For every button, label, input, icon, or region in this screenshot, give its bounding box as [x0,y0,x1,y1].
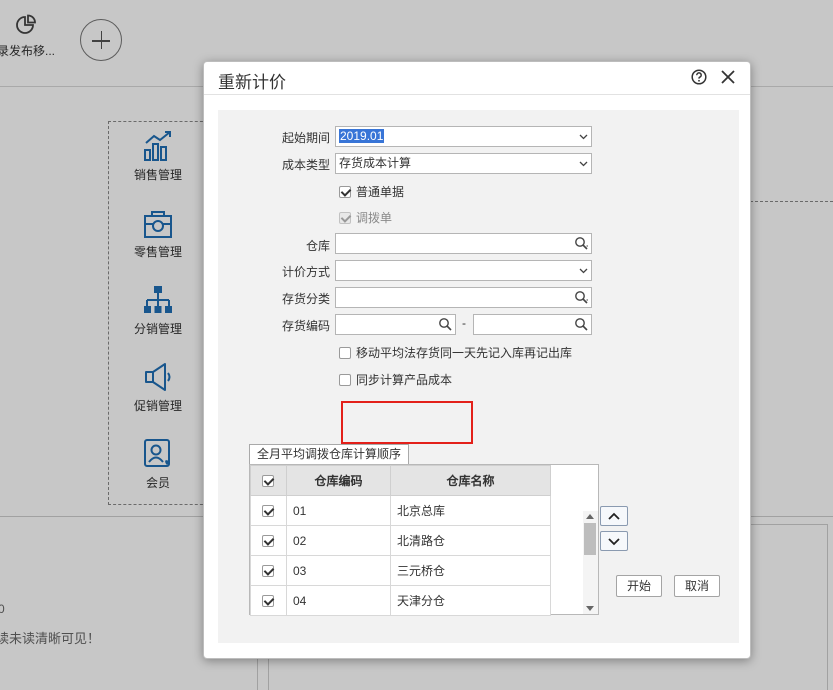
close-icon[interactable] [719,68,737,86]
warehouse-code-cell: 03 [286,555,391,586]
moving-avg-label: 移动平均法存货同一天先记入库再记出库 [356,346,573,360]
warehouse-name-cell: 三元桥仓 [390,555,551,586]
row-check-cell[interactable] [250,495,287,526]
highlight-annotation-box [341,401,473,444]
inventory-category-label: 存货分类 [281,292,330,306]
cost-type-select[interactable]: 存货成本计算 [335,153,592,174]
scroll-thumb[interactable] [584,523,596,555]
warehouse-label: 仓库 [305,239,330,253]
column-header-name: 仓库名称 [390,465,551,496]
normal-doc-option[interactable]: 普通单据 [339,183,404,200]
table-row[interactable]: 04 天津分仓 [250,585,551,616]
warehouse-code-cell: 04 [286,585,391,616]
tab-warehouse-order[interactable]: 全月平均调拨仓库计算顺序 [249,444,409,464]
chevron-down-icon [608,538,620,546]
select-all-checkbox[interactable] [262,474,274,487]
pricing-method-select[interactable] [335,260,592,281]
warehouse-input[interactable] [335,233,592,254]
start-period-select[interactable]: 2019.01 [335,126,592,147]
start-period-value: 2019.01 [339,129,385,143]
warehouse-name-cell: 北清路仓 [390,525,551,556]
chevron-down-icon [579,134,588,140]
select-all-cell[interactable] [250,465,287,496]
inventory-code-from-input[interactable] [335,314,456,335]
sync-product-cost-label: 同步计算产品成本 [356,373,453,387]
dialog-content: 起始期间 2019.01 成本类型 存货成本计算 普通单据 调拨单 仓库 计价方… [218,110,739,643]
warehouse-code-cell: 01 [286,495,391,526]
inventory-code-to-input[interactable] [473,314,592,335]
table-header-row: 仓库编码 仓库名称 [250,465,551,496]
sync-product-cost-option[interactable]: 同步计算产品成本 [339,371,452,388]
transfer-doc-checkbox [339,212,351,224]
help-icon[interactable] [691,69,707,85]
moving-avg-option[interactable]: 移动平均法存货同一天先记入库再记出库 [339,344,572,361]
warehouse-table: 仓库编码 仓库名称 01 北京总库 02 北清路仓 03 三元桥仓 04 天津分… [250,465,551,616]
search-icon[interactable] [574,236,589,251]
moving-avg-checkbox[interactable] [339,347,351,359]
warehouse-name-cell: 天津分仓 [390,585,551,616]
inventory-category-input[interactable] [335,287,592,308]
recalculate-price-dialog: 重新计价 起始期间 2019.01 成本类型 存货成本计算 普通单据 调拨单 仓… [203,61,751,659]
sync-product-cost-checkbox[interactable] [339,374,351,386]
normal-doc-label: 普通单据 [356,185,405,199]
row-checkbox[interactable] [262,594,274,607]
move-down-button[interactable] [600,531,628,551]
warehouse-order-grid: 仓库编码 仓库名称 01 北京总库 02 北清路仓 03 三元桥仓 04 天津分… [249,464,599,616]
search-icon[interactable] [574,317,589,332]
chevron-up-icon [608,512,620,520]
row-check-cell[interactable] [250,585,287,616]
pricing-method-label: 计价方式 [281,265,330,279]
dialog-title: 重新计价 [218,73,286,92]
row-check-cell[interactable] [250,555,287,586]
row-check-cell[interactable] [250,525,287,556]
transfer-doc-option: 调拨单 [339,209,392,226]
cost-type-value: 存货成本计算 [339,156,412,170]
warehouse-name-cell: 北京总库 [390,495,551,526]
dialog-header: 重新计价 [204,62,750,95]
scroll-up-arrow[interactable] [586,514,594,519]
search-icon[interactable] [574,290,589,305]
inventory-code-label: 存货编码 [281,319,330,333]
start-button[interactable]: 开始 [616,575,662,597]
scroll-down-arrow[interactable] [586,606,594,611]
range-separator: - [462,316,466,330]
warehouse-code-cell: 02 [286,525,391,556]
cost-type-label: 成本类型 [281,158,330,172]
grid-scrollbar[interactable] [583,511,598,614]
search-icon[interactable] [438,317,453,332]
table-row[interactable]: 01 北京总库 [250,495,551,526]
cancel-button[interactable]: 取消 [674,575,720,597]
transfer-doc-label: 调拨单 [356,211,393,225]
chevron-down-icon [579,161,588,167]
row-checkbox[interactable] [262,564,274,577]
row-checkbox[interactable] [262,504,274,517]
move-up-button[interactable] [600,506,628,526]
normal-doc-checkbox[interactable] [339,186,351,198]
chevron-down-icon [579,268,588,274]
column-header-code: 仓库编码 [286,465,391,496]
start-period-label: 起始期间 [281,131,330,145]
table-row[interactable]: 02 北清路仓 [250,525,551,556]
table-row[interactable]: 03 三元桥仓 [250,555,551,586]
row-checkbox[interactable] [262,534,274,547]
